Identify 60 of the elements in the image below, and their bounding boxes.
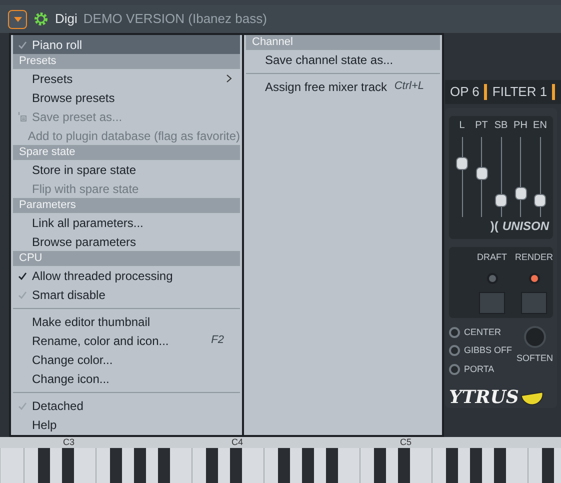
menu-section-header: Parameters bbox=[13, 198, 240, 213]
fader-label: PH bbox=[512, 119, 528, 133]
window-subtitle: DEMO VERSION (Ibanez bass) bbox=[83, 10, 267, 28]
gear-icon bbox=[33, 11, 49, 27]
logo-text: YTRUS bbox=[449, 386, 519, 408]
menu-item[interactable]: Smart disable bbox=[13, 285, 240, 304]
radio-button[interactable] bbox=[449, 345, 460, 356]
octave-label: C3 bbox=[63, 437, 75, 448]
quality-label: RENDER bbox=[515, 251, 554, 264]
option-label: GIBBS OFF bbox=[464, 344, 512, 357]
tab[interactable]: OP 6 bbox=[445, 82, 484, 102]
knob-label: SOFTEN bbox=[516, 352, 553, 364]
fader-label: SB bbox=[493, 119, 509, 133]
menu-section-header: Channel bbox=[246, 35, 440, 50]
fader-track[interactable] bbox=[453, 137, 471, 217]
option-label: CENTER bbox=[464, 326, 502, 338]
menu-item[interactable]: Allow threaded processing bbox=[13, 266, 240, 285]
fader-track[interactable] bbox=[531, 137, 549, 217]
menu-item[interactable]: Link all parameters... bbox=[13, 213, 240, 232]
menu-item[interactable]: Browse parameters bbox=[13, 232, 240, 251]
unison-symbol: )( bbox=[490, 218, 498, 235]
unison-label: UNISON bbox=[502, 218, 549, 235]
window-title: Digi bbox=[55, 10, 78, 28]
menu-section-header: Presets bbox=[13, 54, 240, 69]
menu-button[interactable] bbox=[8, 10, 27, 28]
menu-item[interactable]: Change icon... bbox=[13, 369, 240, 388]
octave-label: C5 bbox=[400, 437, 412, 448]
menu-item[interactable]: Store in spare state bbox=[13, 160, 240, 179]
radio-button[interactable] bbox=[449, 364, 460, 375]
fader-thumb[interactable] bbox=[534, 194, 546, 207]
shortcut-text: F2 bbox=[211, 333, 225, 348]
menu-item[interactable]: Save channel state as... bbox=[246, 50, 440, 69]
fader-thumb[interactable] bbox=[495, 194, 507, 207]
menu-item[interactable]: Make editor thumbnail bbox=[13, 312, 240, 331]
radio-button[interactable] bbox=[449, 326, 460, 338]
option-label: PORTA bbox=[464, 362, 494, 376]
fader-track[interactable] bbox=[492, 137, 510, 217]
caret-down-icon bbox=[14, 16, 22, 22]
fader-label: PT bbox=[474, 119, 489, 133]
tab[interactable]: FILTER 1 bbox=[487, 82, 552, 102]
menu-item[interactable]: Help bbox=[13, 415, 240, 434]
menu-item[interactable]: Detached bbox=[13, 396, 240, 415]
menu-item[interactable]: Assign free mixer track Ctrl+L bbox=[246, 77, 440, 96]
fader-thumb[interactable] bbox=[514, 187, 526, 200]
fader-label: L bbox=[458, 119, 466, 133]
fader-thumb[interactable] bbox=[456, 157, 468, 170]
menu-item[interactable]: Presets bbox=[13, 69, 240, 88]
menu-item[interactable]: Piano roll bbox=[13, 35, 240, 54]
fader-label: EN bbox=[532, 119, 548, 133]
menu-section-header: CPU bbox=[13, 251, 240, 266]
shortcut-text: Ctrl+L bbox=[394, 79, 425, 94]
led-indicator[interactable] bbox=[528, 272, 540, 284]
menu-item[interactable]: Rename, color and icon... F2 bbox=[13, 331, 240, 350]
menu-section-header: Spare state bbox=[13, 145, 240, 160]
menu-item[interactable]: Change color... bbox=[13, 350, 240, 369]
octave-label: C4 bbox=[232, 437, 244, 448]
menu-item[interactable]: Browse presets bbox=[13, 88, 240, 107]
quality-label: DRAFT bbox=[477, 251, 507, 264]
led-indicator[interactable] bbox=[486, 272, 498, 284]
fader-thumb[interactable] bbox=[476, 167, 488, 180]
